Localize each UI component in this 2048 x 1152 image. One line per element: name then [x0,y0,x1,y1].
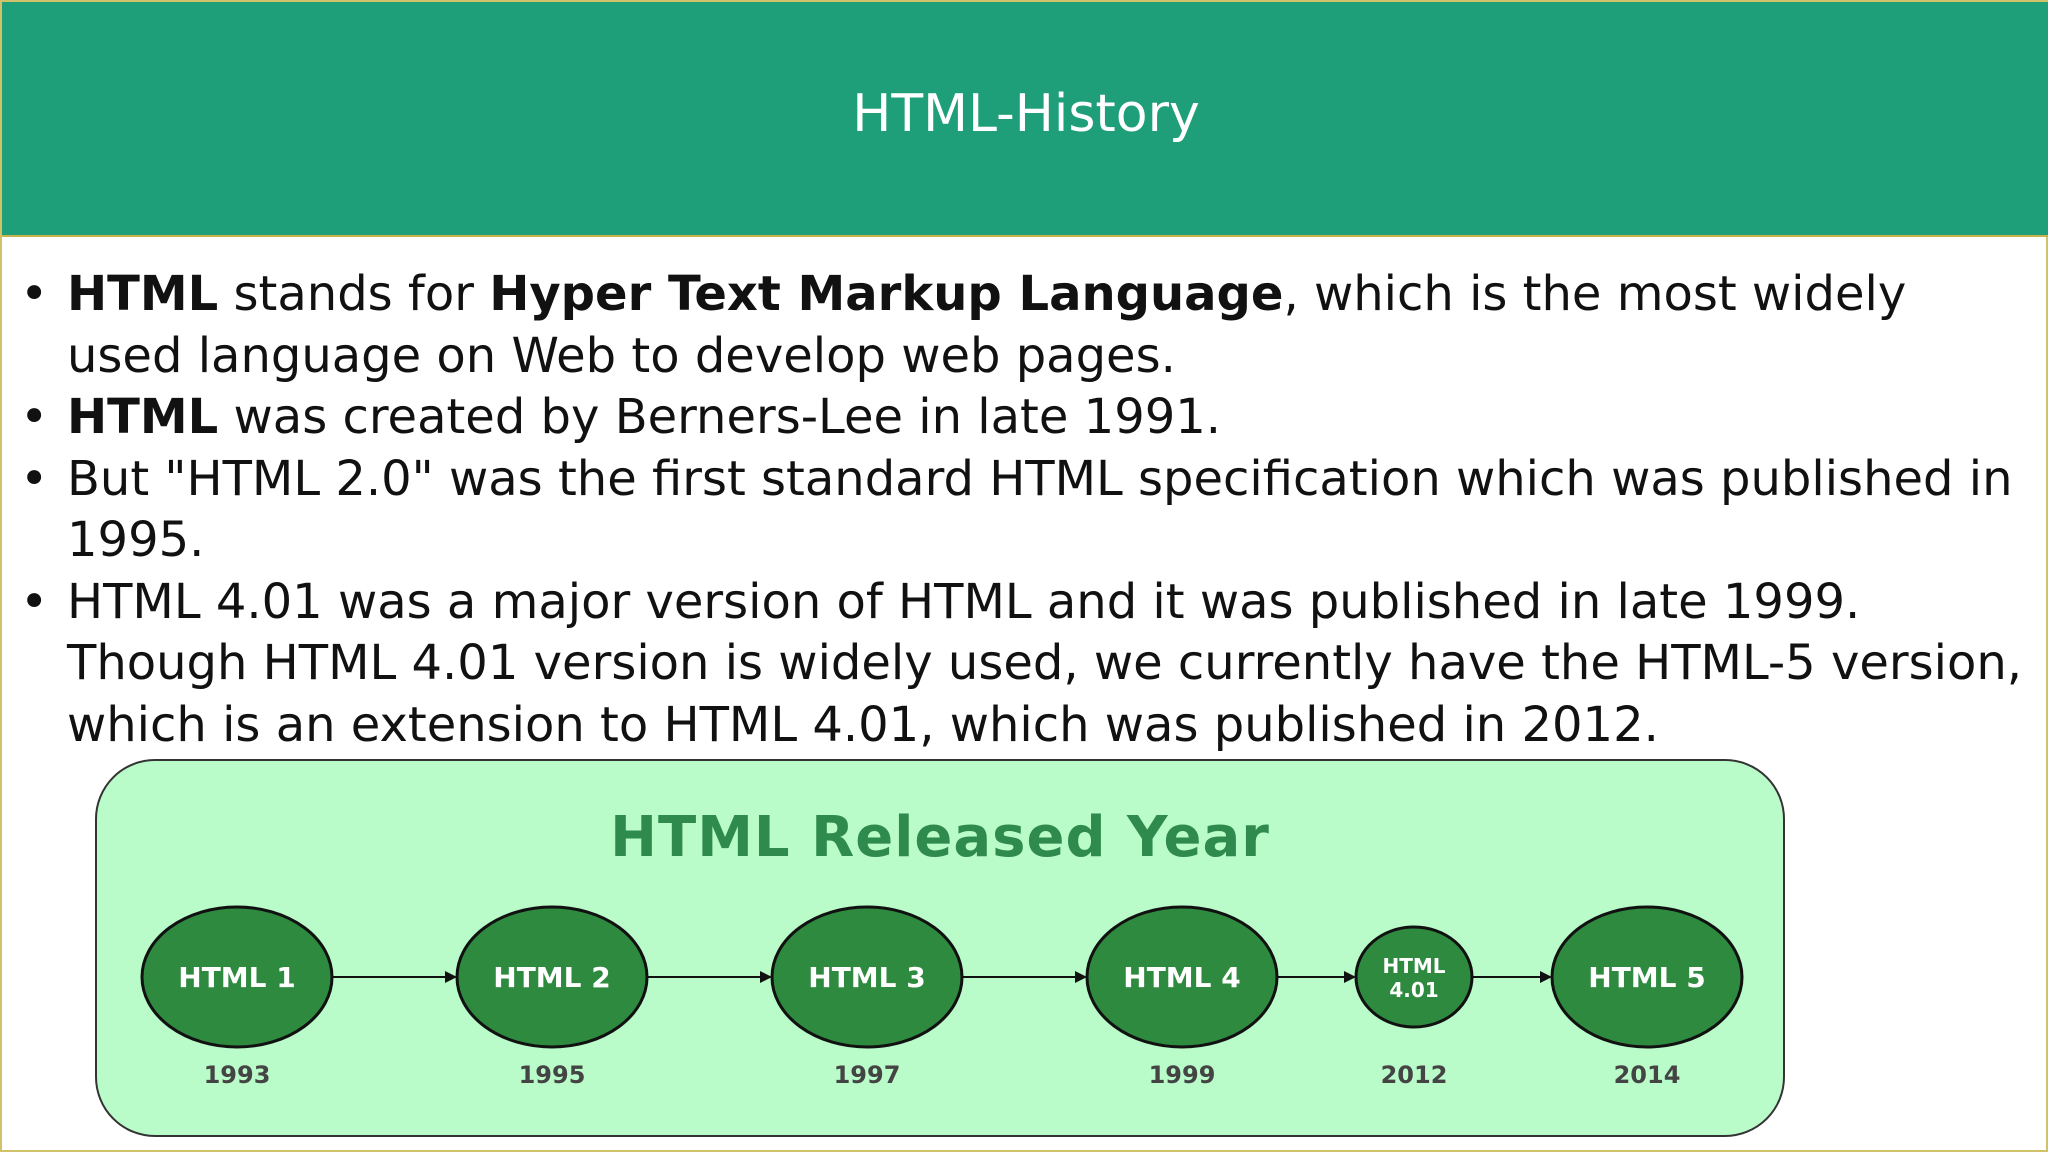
timeline-node-label: HTML 2 [493,961,610,994]
bullet-text: stands for [218,266,490,322]
bullet-dot: • [20,573,49,630]
bullet-dot: • [20,266,49,322]
timeline-node-label: HTML 5 [1588,961,1705,994]
timeline-node-label: HTML 1 [178,961,295,994]
bullet-item: • HTML was created by Berners-Lee in late… [20,387,2030,449]
bullet-bold-text: HTML [67,266,219,322]
bullet-dot: • [20,450,49,507]
bullet-bold-text: HTML [67,389,219,445]
timeline-svg: HTML 1 1993 HTML 2 1995 HTML 3 1997 HTML 4 1999… [140,905,1744,1089]
timeline-node-label: HTML 4 [1123,961,1240,994]
bullet-text: was created by Berners-Lee in late 1991. [218,389,1222,445]
slide-title: HTML-History [852,84,1200,144]
timeline-node-label: HTML 4.01 [1382,954,1445,1002]
timeline-year-label: 2014 [1614,1061,1681,1089]
bullet-bold-text: Hyper Text Markup Language [489,266,1284,322]
timeline-year-label: 1997 [834,1061,901,1089]
timeline-year-label: 1999 [1149,1061,1216,1089]
bullet-item: • But "HTML 2.0" was the first standard … [20,449,2030,572]
timeline-year-label: 1995 [519,1061,586,1089]
slide-header: HTML-History [2,2,2048,237]
bullet-dot: • [20,389,49,445]
timeline-diagram: HTML Released Year HTML 1 1993 HTML 2 1995 H… [95,759,1785,1137]
bullet-list: • HTML stands for Hyper Text Markup Langu… [20,264,2030,756]
timeline-year-label: 1993 [204,1061,271,1089]
bullet-text: HTML 4.01 was a major version of HTML an… [67,573,2023,753]
slide: HTML-History • HTML stands for Hyper Text… [0,0,2048,1152]
timeline-node-label: HTML 3 [808,961,925,994]
timeline-year-label: 2012 [1381,1061,1448,1089]
bullet-item: • HTML stands for Hyper Text Markup Langu… [20,264,2030,387]
bullet-text: But "HTML 2.0" was the first standard HT… [67,450,2013,569]
bullet-item: • HTML 4.01 was a major version of HTML … [20,572,2030,757]
